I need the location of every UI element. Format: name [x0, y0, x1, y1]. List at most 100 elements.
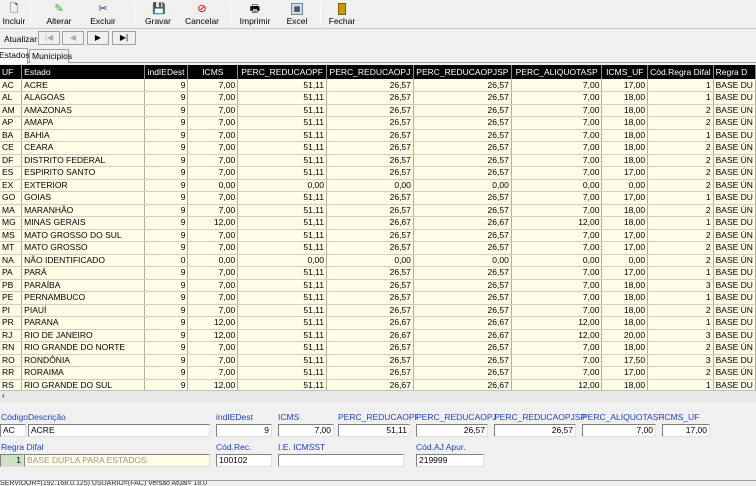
table-row[interactable]: PB PARAÍBA 9 7,00 51,11 26,57 26,57 7,00 18,00 3 B…: [0, 279, 756, 292]
perc-pf-field[interactable]: 51,11: [338, 424, 410, 437]
table-cell: 0,00: [187, 179, 239, 192]
table-cell: 26,67: [413, 379, 512, 390]
column-header[interactable]: PERC_REDUCAOPJ: [326, 65, 414, 79]
table-row[interactable]: AL ALAGOAS 9 7,00 51,11 26,57 26,57 7,00 18,00 1 B…: [0, 91, 756, 105]
imprimir-button[interactable]: 🖶 Imprimir: [238, 1, 272, 28]
table-row[interactable]: RN RIO GRANDE DO NORTE 9 7,00 51,11 26,57 26,5…: [0, 341, 756, 355]
table-row[interactable]: CE CEARA 9 7,00 51,11 26,57 26,57 7,00 18,00 2 BAS…: [0, 141, 756, 155]
table-cell: 7,00: [187, 204, 239, 217]
table-cell: 9: [144, 291, 189, 305]
table-cell: AP: [0, 116, 23, 130]
column-header[interactable]: PERC_ALIQUOTASP: [511, 65, 603, 79]
estados-grid[interactable]: UF Estado indIEDest ICMS PERC_REDUCAOPF PERC_…: [0, 65, 756, 390]
table-row[interactable]: NA NÃO IDENTIFICADO 0 0,00 0,00 0,00 0,00 0,00 0…: [0, 254, 756, 267]
atualizar-button[interactable]: Atualizar: [4, 34, 37, 44]
table-cell: 18,00: [601, 141, 649, 155]
table-row[interactable]: RR RORAIMA 9 7,00 51,11 26,57 26,57 7,00 17,00 2 B…: [0, 366, 756, 380]
table-cell: 26,67: [413, 329, 512, 342]
table-cell: 26,57: [413, 191, 512, 205]
cod-aj-apur-field[interactable]: 219999: [416, 454, 484, 467]
table-row[interactable]: RO RONDÔNIA 9 7,00 51,11 26,57 26,57 7,00 17,50 3…: [0, 354, 756, 367]
column-header[interactable]: PERC_REDUCAOPF: [237, 65, 327, 79]
table-cell: BASE DU: [713, 316, 756, 330]
table-row[interactable]: EX EXTERIOR 9 0,00 0,00 0,00 0,00 0,00 0,00 2 BASE…: [0, 179, 756, 192]
scroll-left-arrow-icon[interactable]: ‹: [2, 391, 5, 400]
grid-header-row: UF Estado indIEDest ICMS PERC_REDUCAOPF PERC_…: [0, 65, 756, 79]
table-row[interactable]: RS RIO GRANDE DO SUL 9 12,00 51,11 26,67 26,67…: [0, 379, 756, 390]
perc-pj-field[interactable]: 26,57: [416, 424, 488, 437]
table-row[interactable]: AC ACRE 9 7,00 51,11 26,57 26,57 7,00 17,00 1 BASE…: [0, 79, 756, 92]
tab-municipios[interactable]: Municipios: [29, 49, 72, 63]
table-row[interactable]: MA MARANHÃO 9 7,00 51,11 26,57 26,57 7,00 18,00 2…: [0, 204, 756, 217]
column-header[interactable]: Regra D: [713, 65, 756, 79]
incluir-button[interactable]: 🗋 Incluir: [2, 1, 26, 28]
first-record-button[interactable]: |◀: [38, 31, 60, 45]
prev-record-button[interactable]: ◀: [62, 31, 84, 45]
column-header[interactable]: PERC_REDUCAOPJSP: [413, 65, 512, 79]
alterar-button[interactable]: ✎ Alterar: [44, 1, 74, 28]
table-row[interactable]: GO GOIAS 9 7,00 51,11 26,57 26,57 7,00 17,00 1 BAS…: [0, 191, 756, 205]
table-row[interactable]: ES ESPIRITO SANTO 9 7,00 51,11 26,57 26,57 7,00…: [0, 166, 756, 180]
table-cell: 26,57: [326, 241, 414, 255]
table-row[interactable]: RJ RIO DE JANEIRO 9 12,00 51,11 26,67 26,67 12,…: [0, 329, 756, 342]
column-header[interactable]: indIEDest: [144, 65, 189, 79]
column-header[interactable]: Estado: [21, 65, 145, 79]
table-cell: 51,11: [237, 316, 327, 330]
table-cell: 12,00: [187, 379, 239, 390]
indiedest-field[interactable]: 9: [216, 424, 272, 437]
table-cell: 9: [144, 79, 189, 92]
table-row[interactable]: MS MATO GROSSO DO SUL 9 7,00 51,11 26,57 26,57…: [0, 229, 756, 242]
table-cell: 1: [647, 79, 714, 92]
table-cell: 0,00: [601, 179, 649, 192]
table-row[interactable]: PE PERNAMBUCO 9 7,00 51,11 26,57 26,57 7,00 18,0…: [0, 291, 756, 305]
table-cell: 1: [647, 291, 714, 305]
table-cell: 2: [647, 204, 714, 217]
horizontal-scrollbar[interactable]: ‹: [0, 390, 756, 402]
column-header[interactable]: Cód.Regra Difal: [647, 65, 714, 79]
codigo-field[interactable]: AC: [0, 424, 26, 437]
table-row[interactable]: AM AMAZONAS 9 7,00 51,11 26,57 26,57 7,00 18,00 2…: [0, 104, 756, 117]
table-cell: 51,11: [237, 204, 327, 217]
cancelar-button[interactable]: ⊘ Cancelar: [184, 1, 220, 28]
icms-field[interactable]: 7,00: [278, 424, 334, 437]
descricao-field[interactable]: ACRE: [28, 424, 210, 437]
table-row[interactable]: MG MINAS GERAIS 9 12,00 51,11 26,67 26,67 12,00…: [0, 216, 756, 230]
column-header[interactable]: ICMS: [187, 65, 239, 79]
gravar-button[interactable]: 💾 Gravar: [143, 1, 173, 28]
excel-button[interactable]: ▦ Excel: [284, 1, 310, 28]
table-row[interactable]: BA BAHIA 9 7,00 51,11 26,57 26,57 7,00 18,00 1 BAS…: [0, 129, 756, 142]
tab-estados[interactable]: Estados: [0, 48, 30, 64]
last-record-button[interactable]: ▶|: [112, 31, 136, 45]
table-cell: 7,00: [511, 91, 603, 105]
column-header[interactable]: UF: [0, 65, 23, 79]
regra-difal-desc-field: BASE DUPLA PARA ESTADOS: [24, 454, 210, 467]
column-header[interactable]: ICMS_UF: [601, 65, 649, 79]
icms-uf-field[interactable]: 17,00: [662, 424, 710, 437]
table-row[interactable]: DF DISTRITO FEDERAL 9 7,00 51,11 26,57 26,57 7,…: [0, 154, 756, 167]
table-cell: 9: [144, 116, 189, 130]
table-cell: NA: [0, 254, 23, 267]
cod-rec-field[interactable]: 100102: [216, 454, 272, 467]
fechar-button[interactable]: Fechar: [328, 1, 356, 28]
table-cell: 7,00: [511, 229, 603, 242]
table-cell: 1: [647, 191, 714, 205]
table-cell: 9: [144, 204, 189, 217]
perc-pjsp-field[interactable]: 26,57: [494, 424, 576, 437]
table-cell: 17,00: [601, 366, 649, 380]
ie-icmsst-field[interactable]: [278, 454, 404, 467]
table-cell: MG: [0, 216, 23, 230]
table-row[interactable]: PR PARANA 9 12,00 51,11 26,67 26,67 12,00 18,00 1…: [0, 316, 756, 330]
excluir-button[interactable]: ✂ Excluir: [88, 1, 118, 28]
table-cell: 26,57: [326, 229, 414, 242]
table-row[interactable]: MT MATO GROSSO 9 7,00 51,11 26,57 26,57 7,00 17,…: [0, 241, 756, 255]
table-row[interactable]: AP AMAPA 9 7,00 51,11 26,57 26,57 7,00 18,00 2 BAS…: [0, 116, 756, 130]
table-cell: 1: [647, 379, 714, 390]
table-row[interactable]: PI PIAUÍ 9 7,00 51,11 26,57 26,57 7,00 18,00 2 BAS…: [0, 304, 756, 317]
table-row[interactable]: PA PARÁ 9 7,00 51,11 26,57 26,57 7,00 17,00 1 BASE…: [0, 266, 756, 280]
next-record-button[interactable]: ▶: [87, 31, 109, 45]
table-cell: BASE DU: [713, 91, 756, 105]
regra-difal-code-field[interactable]: 1: [0, 454, 24, 467]
table-cell: 7,00: [187, 241, 239, 255]
perc-aliq-field[interactable]: 7,00: [582, 424, 656, 437]
table-cell: 0,00: [237, 179, 327, 192]
